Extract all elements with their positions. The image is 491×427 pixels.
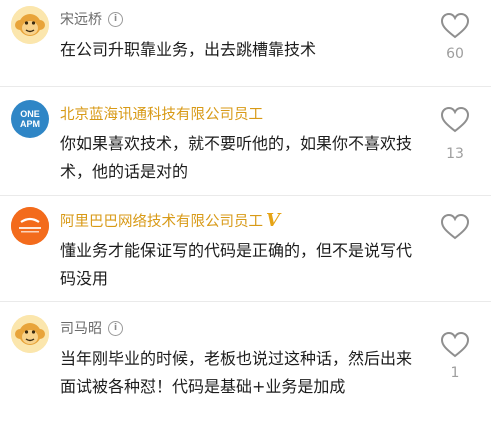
like-button[interactable]: [440, 106, 470, 134]
heart-icon: [440, 213, 470, 240]
divider: [0, 86, 491, 87]
like-button[interactable]: [440, 12, 470, 40]
monkey-avatar-icon: [11, 315, 49, 353]
comment-item: 宋远桥 i 在公司升职靠业务，出去跳槽靠技术 60: [0, 6, 491, 68]
alibaba-logo-icon: [11, 207, 49, 245]
author-name[interactable]: 北京蓝海讯通科技有限公司员工: [60, 103, 263, 124]
comment-text: 你如果喜欢技术，就不要听他的，如果你不喜欢技术，他的话是对的: [60, 134, 413, 181]
like-count: 60: [446, 46, 464, 62]
comment-item: 司马昭 i 当年刚毕业的时候，老板也说过这种话，然后出来面试被各种怼！代码是基础…: [0, 315, 491, 415]
author-row: 北京蓝海讯通科技有限公司员工: [60, 103, 263, 124]
heart-icon: [440, 12, 470, 39]
comment-text: 在公司升职靠业务，出去跳槽靠技术: [60, 40, 317, 59]
author-row: 司马昭 i: [60, 318, 123, 338]
like-count: 13: [446, 146, 464, 162]
heart-icon: [440, 106, 470, 133]
avatar[interactable]: [11, 315, 49, 353]
verified-badge: V: [266, 209, 280, 231]
like-button[interactable]: [440, 213, 470, 241]
comment-text: 懂业务才能保证写的代码是正确的，但不是说写代码没用: [60, 241, 413, 288]
heart-icon: [440, 331, 470, 358]
info-icon[interactable]: i: [108, 11, 123, 27]
comment-item: 阿里巴巴网络技术有限公司员工 V 懂业务才能保证写的代码是正确的，但不是说写代码…: [0, 207, 491, 291]
divider: [0, 195, 491, 196]
avatar[interactable]: [11, 6, 49, 44]
author-row: 阿里巴巴网络技术有限公司员工 V: [60, 210, 280, 231]
comment-item: ONE APM 北京蓝海讯通科技有限公司员工 你如果喜欢技术，就不要听他的，如果…: [0, 100, 491, 190]
comment-feed: 宋远桥 i 在公司升职靠业务，出去跳槽靠技术 60 ONE APM 北京蓝海讯通…: [0, 0, 491, 427]
avatar[interactable]: [11, 207, 49, 245]
like-count: 1: [450, 365, 460, 381]
avatar[interactable]: ONE APM: [11, 100, 49, 138]
author-name[interactable]: 宋远桥: [60, 9, 102, 29]
info-icon[interactable]: i: [108, 320, 123, 336]
author-name[interactable]: 司马昭: [60, 318, 102, 338]
monkey-avatar-icon: [11, 6, 49, 44]
author-row: 宋远桥 i: [60, 9, 123, 29]
author-name[interactable]: 阿里巴巴网络技术有限公司员工: [60, 210, 263, 231]
like-button[interactable]: [440, 331, 470, 359]
comment-text: 当年刚毕业的时候，老板也说过这种话，然后出来面试被各种怼！代码是基础+业务是加成: [60, 349, 413, 396]
divider: [0, 301, 491, 302]
oneapm-logo-icon: ONE APM: [20, 109, 40, 129]
